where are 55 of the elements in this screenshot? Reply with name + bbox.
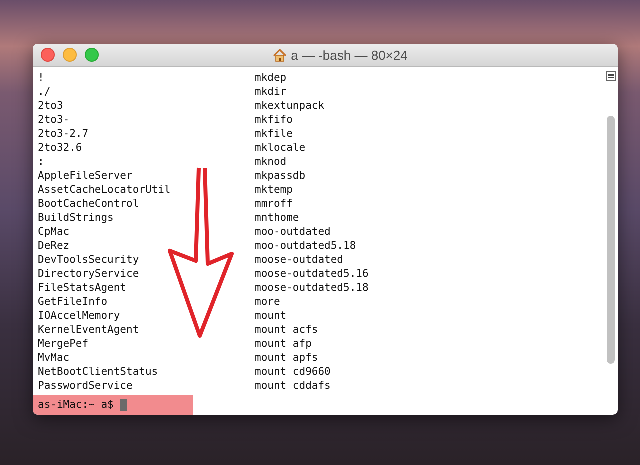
terminal-text: KernelEventAgent [38,323,140,337]
terminal-text: ! [38,71,44,85]
terminal-text: MergePef [38,337,89,351]
list-icon[interactable] [606,71,616,81]
terminal-text: mkpassdb [255,169,306,183]
terminal-text: mmroff [255,197,293,211]
terminal-text: : [38,155,44,169]
terminal-text: mkdep [255,71,287,85]
terminal-text: moose-outdated5.18 [255,281,369,295]
terminal-text: moo-outdated [255,225,331,239]
terminal-text: mkextunpack [255,99,325,113]
window-title: a — -bash — 80×24 [291,48,408,62]
terminal-text: ./ [38,85,51,99]
terminal-text: DirectoryService [38,267,140,281]
terminal-text: 2to3- [38,113,70,127]
terminal-text: moo-outdated5.18 [255,239,356,253]
terminal-text: FileStatsAgent [38,281,127,295]
scrollbar-thumb[interactable] [607,116,615,364]
terminal-text: mkdir [255,85,287,99]
terminal-text: 2to3-2.7 [38,127,89,141]
minimize-button[interactable] [63,48,77,62]
zoom-button[interactable] [85,48,99,62]
close-button[interactable] [41,48,55,62]
terminal-text: AssetCacheLocatorUtil [38,183,171,197]
terminal-text: DeRez [38,239,70,253]
terminal-text: moose-outdated5.16 [255,267,369,281]
terminal-text: 2to32.6 [38,141,82,155]
terminal-text: AppleFileServer [38,169,133,183]
terminal-text: BootCacheControl [38,197,140,211]
terminal-text: GetFileInfo [38,295,108,309]
terminal-text: mount_cddafs [255,379,331,393]
terminal-text: mount [255,309,287,323]
terminal-text: PasswordService [38,379,133,393]
terminal-text: mount_apfs [255,351,318,365]
terminal-text: mount_cd9660 [255,365,331,379]
terminal-text: moose-outdated [255,253,344,267]
terminal-text: BuildStrings [38,211,114,225]
terminal-text: mklocale [255,141,306,155]
terminal-text: mount_afp [255,337,312,351]
terminal-text: mount_acfs [255,323,318,337]
terminal-text: mkfile [255,127,293,141]
house-icon [273,48,288,62]
terminal-text: mktemp [255,183,293,197]
terminal-text: MvMac [38,351,70,365]
terminal-text: mknod [255,155,287,169]
shell-prompt: as-iMac:~ a$ [38,398,114,412]
terminal-text: mnthome [255,211,300,225]
terminal-text: mkfifo [255,113,293,127]
terminal-text: CpMac [38,225,70,239]
terminal-text: more [255,295,280,309]
text-cursor [120,399,127,411]
terminal-text: 2to3 [38,99,64,113]
terminal-text: DevToolsSecurity [38,253,140,267]
terminal-text: NetBootClientStatus [38,365,158,379]
terminal-text: IOAccelMemory [38,309,120,323]
